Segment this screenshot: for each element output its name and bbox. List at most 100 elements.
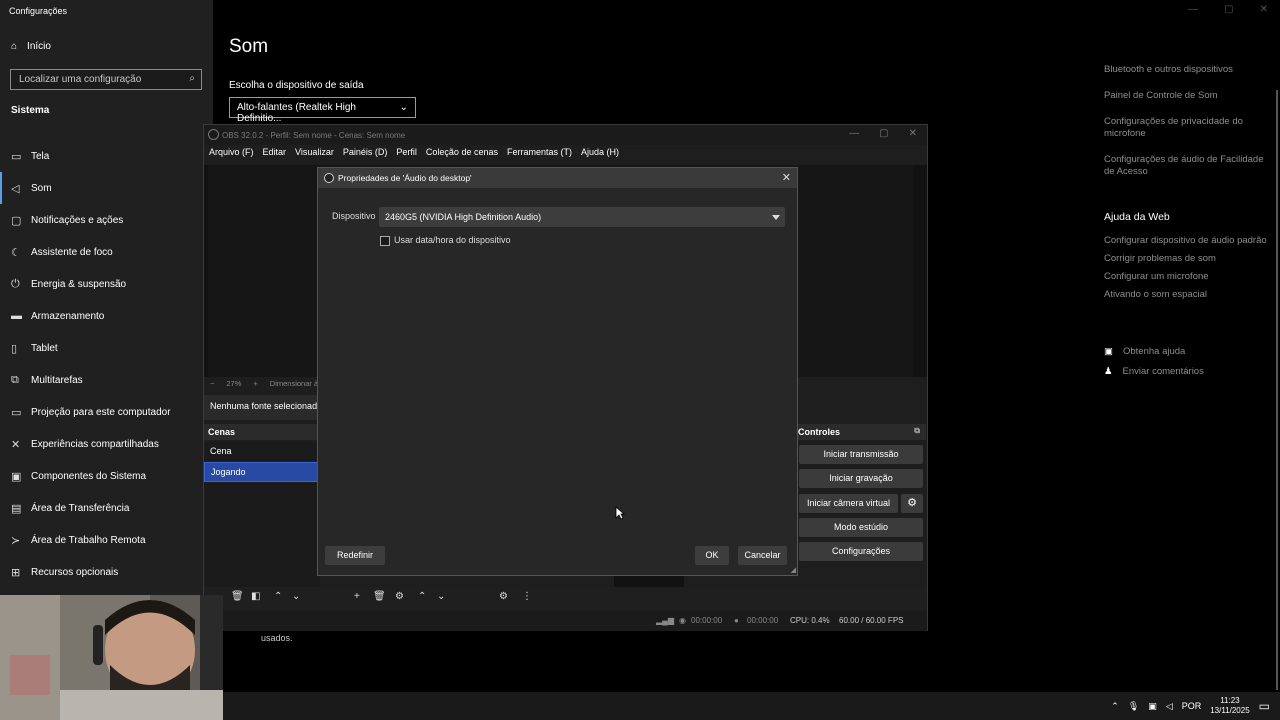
nav-item-foco[interactable]: ☾ Assistente de foco [0, 236, 213, 268]
nav-item-compartilhadas[interactable]: ✕ Experiências compartilhadas [0, 428, 213, 460]
move-down-icon[interactable]: ⌄ [292, 591, 300, 602]
mixer-settings-icon[interactable]: ⚙ [499, 591, 508, 602]
help-link[interactable]: Configurar dispositivo de áudio padrão [1104, 235, 1274, 247]
feedback-link[interactable]: ♟ Enviar comentários [1104, 366, 1204, 377]
related-link[interactable]: Configurações de áudio de Facilidade de … [1104, 154, 1274, 178]
zoom-in-button[interactable]: + [253, 379, 257, 388]
start-streaming-button[interactable]: Iniciar transmissão [799, 445, 923, 464]
home-link[interactable]: ⌂ Início [11, 41, 51, 52]
help-link[interactable]: Corrigir problemas de som [1104, 253, 1274, 265]
share-icon: ✕ [11, 438, 21, 451]
nav-label: Área de Transferência [31, 502, 130, 514]
close-icon[interactable]: ✕ [909, 128, 917, 139]
use-device-timestamp-checkbox[interactable] [380, 236, 390, 246]
scrollbar[interactable] [1276, 90, 1278, 690]
resize-grip-icon[interactable]: ◢ [791, 566, 796, 574]
start-recording-button[interactable]: Iniciar gravação [799, 469, 923, 488]
obs-titlebar: OBS 32.0.2 - Perfil: Sem nome - Cenas: S… [204, 125, 927, 145]
undock-icon[interactable]: ⧉ [914, 426, 920, 436]
features-icon: ⊞ [11, 566, 21, 579]
related-link[interactable]: Bluetooth e outros dispositivos [1104, 64, 1274, 76]
close-icon[interactable]: ✕ [1260, 4, 1268, 15]
monitor-icon: ▭ [11, 150, 22, 163]
nav-item-multitarefas[interactable]: ⧉ Multitarefas [0, 364, 213, 396]
menu-arquivo[interactable]: Arquivo (F) [209, 147, 254, 163]
system-tray: ⌃ 🎙 ▣ ◁ POR 11:23 13/11/2025 ▭ [1111, 692, 1270, 720]
nav-label: Componentes do Sistema [31, 470, 147, 482]
search-input[interactable]: Localizar uma configuração ⌕ [10, 69, 202, 90]
nav-item-energia[interactable]: ⏻ Energia & suspensão [0, 268, 213, 300]
obs-statusbar: ▂▄▆ ◉ 00:00:00 ● 00:00:00 CPU: 0.4% 60.0… [204, 611, 927, 631]
trash-icon[interactable]: 🗑 [373, 591, 386, 602]
nav-item-tablet[interactable]: ▯ Tablet [0, 332, 213, 364]
output-device-select[interactable]: Alto-falantes (Realtek High Definitio...… [229, 97, 416, 124]
chevron-up-icon[interactable]: ⌃ [1111, 701, 1119, 712]
maximize-icon[interactable]: ▢ [879, 128, 888, 139]
ok-button[interactable]: OK [695, 546, 729, 565]
trash-icon[interactable]: 🗑 [231, 591, 244, 602]
cpu-usage: CPU: 0.4% [790, 616, 830, 625]
zoom-mode[interactable]: Dimensionar à [270, 379, 318, 388]
menu-perfil[interactable]: Perfil [396, 147, 417, 163]
nav-item-recursos[interactable]: ⊞ Recursos opcionais [0, 556, 213, 588]
move-up-icon[interactable]: ⌃ [274, 591, 282, 602]
nav-label: Notificações e ações [31, 214, 124, 226]
nav-item-armazenamento[interactable]: ▬ Armazenamento [0, 300, 213, 332]
scene-item-selected[interactable]: Jogando [204, 462, 320, 482]
menu-paineis[interactable]: Painéis (D) [343, 147, 388, 163]
move-up-icon[interactable]: ⌃ [418, 591, 426, 602]
related-link[interactable]: Configurações de privacidade do microfon… [1104, 116, 1274, 140]
menu-colecao[interactable]: Coleção de cenas [426, 147, 498, 163]
cancel-button[interactable]: Cancelar [738, 546, 787, 565]
gear-icon[interactable]: ⚙ [395, 591, 404, 602]
multitask-icon: ⧉ [11, 373, 19, 386]
help-link[interactable]: Configurar um microfone [1104, 271, 1274, 283]
nav-item-projecao[interactable]: ▭ Projeção para este computador [0, 396, 213, 428]
maximize-icon[interactable]: ▢ [1224, 4, 1233, 15]
nav-item-tela[interactable]: ▭ Tela [0, 140, 213, 172]
nav-item-componentes[interactable]: ▣ Componentes do Sistema [0, 460, 213, 492]
settings-button[interactable]: Configurações [799, 542, 923, 561]
more-icon[interactable]: ⋮ [522, 591, 532, 602]
checkbox-label[interactable]: Usar data/hora do dispositivo [394, 235, 511, 245]
start-virtual-camera-button[interactable]: Iniciar câmera virtual [799, 494, 898, 513]
language-indicator[interactable]: POR [1182, 701, 1202, 711]
filter-icon[interactable]: ◧ [251, 591, 260, 602]
clock[interactable]: 11:23 13/11/2025 [1210, 696, 1249, 716]
search-icon: ⌕ [189, 73, 195, 84]
nav-item-notificacoes[interactable]: ▢ Notificações e ações [0, 204, 213, 236]
menu-editar[interactable]: Editar [263, 147, 287, 163]
person-icon: ♟ [1104, 366, 1113, 377]
window-title: Configurações [9, 6, 68, 16]
section-title: Sistema [11, 105, 50, 116]
dialog-titlebar: Propriedades de 'Áudio do desktop' ✕ [318, 168, 797, 188]
zoom-out-button[interactable]: − [210, 379, 214, 388]
minimize-icon[interactable]: — [849, 128, 859, 139]
device-select[interactable]: 2460G5 (NVIDIA High Definition Audio) [379, 207, 785, 227]
studio-mode-button[interactable]: Modo estúdio [799, 518, 923, 537]
reset-button[interactable]: Redefinir [325, 546, 385, 565]
related-link[interactable]: Painel de Controle de Som [1104, 90, 1274, 102]
menu-ferramentas[interactable]: Ferramentas (T) [507, 147, 572, 163]
volume-icon[interactable]: ◁ [1166, 701, 1173, 712]
menu-ajuda[interactable]: Ajuda (H) [581, 147, 619, 163]
help-links: Configurar dispositivo de áudio padrão C… [1104, 235, 1274, 307]
help-link[interactable]: Ativando o som espacial [1104, 289, 1274, 301]
move-down-icon[interactable]: ⌄ [437, 591, 445, 602]
nav-item-som[interactable]: ◁ Som [0, 172, 213, 204]
add-icon[interactable]: + [354, 591, 360, 602]
nav-item-remota[interactable]: ≻ Área de Trabalho Remota [0, 524, 213, 556]
scene-item[interactable]: Cena [204, 442, 320, 462]
network-icon[interactable]: ▣ [1148, 701, 1157, 712]
notification-icon: ▢ [11, 214, 22, 227]
clipboard-icon: ▤ [11, 502, 22, 515]
record-icon: ● [734, 616, 739, 625]
microphone-icon[interactable]: 🎙 [1128, 701, 1139, 712]
gear-icon[interactable]: ⚙ [901, 494, 923, 513]
nav-item-transferencia[interactable]: ▤ Área de Transferência [0, 492, 213, 524]
menu-visualizar[interactable]: Visualizar [295, 147, 334, 163]
close-icon[interactable]: ✕ [782, 171, 791, 184]
minimize-icon[interactable]: — [1188, 4, 1198, 15]
get-help-link[interactable]: ▣ Obtenha ajuda [1104, 346, 1204, 357]
notification-center-icon[interactable]: ▭ [1259, 699, 1270, 713]
